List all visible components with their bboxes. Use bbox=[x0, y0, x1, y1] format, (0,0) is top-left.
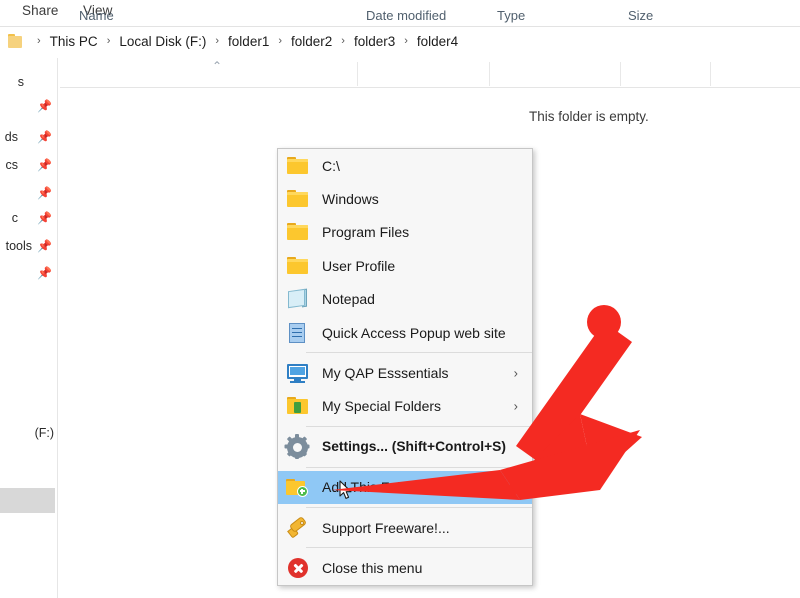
chevron-right-icon: › bbox=[30, 35, 48, 47]
menu-item-add-this-folder[interactable]: Add This Folder... bbox=[278, 471, 532, 504]
menu-item-c-drive[interactable]: C:\ bbox=[278, 149, 532, 182]
nav-item-label: ds bbox=[5, 130, 18, 144]
menu-item-label: Notepad bbox=[322, 291, 375, 307]
nav-item-selected[interactable] bbox=[0, 488, 55, 513]
menu-item-label: Quick Access Popup web site bbox=[322, 325, 506, 341]
column-header-type[interactable]: Type bbox=[497, 8, 525, 23]
folder-icon bbox=[286, 188, 310, 210]
nav-item[interactable]: tools 📌 bbox=[0, 236, 58, 258]
folder-plus-icon bbox=[286, 476, 310, 498]
menu-item-label: Program Files bbox=[322, 224, 409, 240]
breadcrumb-item-folder4[interactable]: folder4 bbox=[415, 34, 460, 49]
notepad-icon bbox=[286, 288, 310, 310]
column-header-size[interactable]: Size bbox=[628, 8, 653, 23]
breadcrumb-item-folder1[interactable]: folder1 bbox=[226, 34, 271, 49]
pin-icon[interactable]: 📌 bbox=[37, 159, 50, 172]
breadcrumb: › This PC › Local Disk (F:) › folder1 › … bbox=[30, 27, 460, 56]
nav-item[interactable]: ds 📌 bbox=[0, 127, 58, 149]
menu-item-settings[interactable]: Settings... (Shift+Control+S) bbox=[278, 430, 532, 463]
pin-icon[interactable]: 📌 bbox=[37, 131, 50, 144]
gear-icon bbox=[286, 436, 310, 458]
menu-item-windows[interactable]: Windows bbox=[278, 182, 532, 215]
close-circle-icon bbox=[286, 557, 310, 579]
nav-item-label: tools bbox=[6, 239, 32, 253]
pin-icon[interactable]: 📌 bbox=[37, 100, 50, 113]
chevron-right-icon: › bbox=[208, 35, 226, 47]
nav-item[interactable]: cs 📌 bbox=[0, 155, 58, 177]
monitor-icon bbox=[286, 362, 310, 384]
sort-ascending-icon: ⌃ bbox=[210, 62, 224, 70]
folder-icon bbox=[286, 155, 310, 177]
menu-item-close-this-menu[interactable]: Close this menu bbox=[278, 551, 532, 584]
chevron-right-icon: › bbox=[271, 35, 289, 47]
column-header-row bbox=[0, 58, 800, 88]
nav-item-label: c bbox=[12, 211, 18, 225]
column-divider[interactable] bbox=[710, 62, 711, 86]
nav-item-label: cs bbox=[6, 158, 19, 172]
column-header-name[interactable]: Name bbox=[79, 8, 114, 23]
menu-item-label: User Profile bbox=[322, 258, 395, 274]
nav-item[interactable]: 📌 bbox=[0, 183, 58, 205]
tab-share[interactable]: Share bbox=[22, 3, 59, 18]
menu-item-label: My Special Folders bbox=[322, 398, 441, 414]
pin-icon[interactable]: 📌 bbox=[37, 187, 50, 200]
column-divider[interactable] bbox=[489, 62, 490, 86]
menu-separator bbox=[306, 507, 532, 508]
web-document-icon bbox=[286, 322, 310, 344]
menu-item-program-files[interactable]: Program Files bbox=[278, 216, 532, 249]
menu-item-notepad[interactable]: Notepad bbox=[278, 283, 532, 316]
mouse-pointer-icon bbox=[339, 480, 353, 500]
nav-item[interactable]: s bbox=[0, 72, 58, 94]
chevron-right-icon: › bbox=[100, 35, 118, 47]
pin-icon[interactable]: 📌 bbox=[37, 267, 50, 280]
menu-item-label: Support Freeware!... bbox=[322, 520, 450, 536]
breadcrumb-item-folder3[interactable]: folder3 bbox=[352, 34, 397, 49]
folder-icon bbox=[286, 221, 310, 243]
menu-item-label: My QAP Esssentials bbox=[322, 365, 449, 381]
menu-item-label: Windows bbox=[322, 191, 379, 207]
menu-item-my-special-folders[interactable]: My Special Folders › bbox=[278, 390, 532, 423]
address-bar[interactable]: › This PC › Local Disk (F:) › folder1 › … bbox=[0, 27, 800, 56]
menu-separator bbox=[306, 467, 532, 468]
chevron-right-icon: › bbox=[514, 366, 518, 381]
nav-item[interactable]: 📌 bbox=[0, 96, 58, 118]
breadcrumb-item-local-disk[interactable]: Local Disk (F:) bbox=[117, 34, 208, 49]
column-divider[interactable] bbox=[620, 62, 621, 86]
header-divider bbox=[60, 87, 800, 88]
menu-item-user-profile[interactable]: User Profile bbox=[278, 249, 532, 282]
breadcrumb-item-this-pc[interactable]: This PC bbox=[48, 34, 100, 49]
chevron-right-icon: › bbox=[334, 35, 352, 47]
chevron-right-icon: › bbox=[397, 35, 415, 47]
menu-item-label: Close this menu bbox=[322, 560, 422, 576]
breadcrumb-item-folder2[interactable]: folder2 bbox=[289, 34, 334, 49]
menu-item-qap-web-site[interactable]: Quick Access Popup web site bbox=[278, 316, 532, 349]
nav-item[interactable]: 📌 bbox=[0, 263, 58, 285]
ribbon-tag-icon bbox=[286, 517, 310, 539]
menu-separator bbox=[306, 426, 532, 427]
column-divider[interactable] bbox=[357, 62, 358, 86]
quick-access-popup-context-menu: C:\ Windows Program Files User Profile N… bbox=[277, 148, 533, 586]
navigation-pane: s 📌 ds 📌 cs 📌 📌 c 📌 tools 📌 📌 (F:) bbox=[0, 58, 58, 598]
file-explorer-window: Share View › This PC › Local Disk (F:) ›… bbox=[0, 0, 800, 598]
folder-icon bbox=[8, 34, 24, 48]
nav-item-label: s bbox=[18, 75, 24, 89]
menu-item-support-freeware[interactable]: Support Freeware!... bbox=[278, 511, 532, 544]
menu-item-label: Settings... (Shift+Control+S) bbox=[322, 439, 506, 454]
chevron-right-icon: › bbox=[514, 399, 518, 414]
column-header-date-modified[interactable]: Date modified bbox=[366, 8, 446, 23]
pin-icon[interactable]: 📌 bbox=[37, 240, 50, 253]
empty-folder-message: This folder is empty. bbox=[529, 109, 649, 124]
nav-item[interactable]: c 📌 bbox=[0, 208, 58, 230]
nav-item-label-drive[interactable]: (F:) bbox=[35, 426, 54, 440]
folder-green-icon bbox=[286, 395, 310, 417]
menu-item-label: C:\ bbox=[322, 158, 340, 174]
menu-separator bbox=[306, 352, 532, 353]
pin-icon[interactable]: 📌 bbox=[37, 212, 50, 225]
folder-icon bbox=[286, 255, 310, 277]
menu-item-my-qap-essentials[interactable]: My QAP Esssentials › bbox=[278, 356, 532, 389]
menu-separator bbox=[306, 547, 532, 548]
